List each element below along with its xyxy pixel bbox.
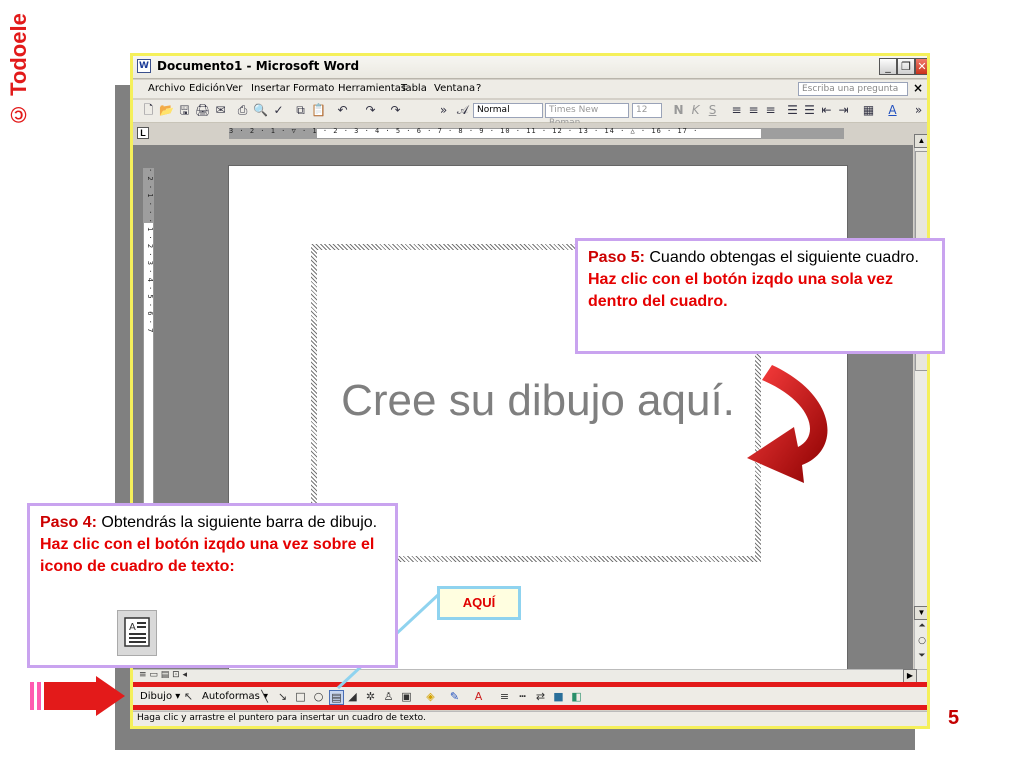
borders-icon[interactable]: ▦ [861, 103, 876, 118]
view-buttons[interactable]: ≡ ▭ ▤ ⊡ ◂ [139, 670, 187, 680]
scroll-up-icon[interactable]: ▲ [914, 134, 927, 148]
copy-icon[interactable]: ⧉ [293, 103, 308, 118]
standard-toolbar: 🗋 📂 🖫 🖨 ✉ ⎙ 🔍 ✓ ⧉ 📋 ↶ ↷ ↷ » 𝒜 Normal Tim… [133, 100, 927, 128]
underline-icon[interactable]: S [705, 103, 720, 118]
aqui-label: AQUÍ [437, 586, 521, 620]
restore-button[interactable]: ❐ [897, 58, 915, 75]
menu-herramientas[interactable]: Herramientas [338, 83, 406, 94]
vertical-ruler-ticks: · 2 · 1 · · · 1 · 2 · 3 · 4 · 5 · 6 · 7 [146, 168, 154, 333]
next-page-icon[interactable]: ⏷ [916, 651, 927, 661]
help-search-input[interactable]: Escriba una pregunta [798, 82, 908, 96]
numbering-icon[interactable]: ☰ [785, 103, 800, 118]
paso4-text: Obtendrás la siguiente barra de dibujo. [96, 514, 378, 531]
increase-indent-icon[interactable]: ⇥ [836, 103, 851, 118]
align-left-icon[interactable]: ≡ [729, 103, 744, 118]
redo2-icon[interactable]: ↷ [388, 103, 403, 118]
line-icon[interactable]: ╲ [258, 690, 271, 703]
shadow-style-icon[interactable]: ■ [552, 690, 565, 703]
font-color-icon[interactable]: A [885, 103, 900, 118]
menu-ventana[interactable]: Ventana [434, 83, 475, 94]
line-style-icon[interactable]: ≡ [498, 690, 511, 703]
ruler-ticks: 3 · 2 · 1 · ▽ · 1 · 2 · 3 · 4 · 5 · 6 · … [229, 127, 699, 135]
menu-edicion[interactable]: Edición [189, 83, 225, 94]
paso5-text: Cuando obtengas el siguiente cuadro. [644, 249, 919, 266]
3d-style-icon[interactable]: ◧ [570, 690, 583, 703]
minimize-button[interactable]: _ [879, 58, 897, 75]
title-bar[interactable]: W Documento1 - Microsoft Word _ ❐ ✕ [133, 56, 927, 79]
status-text: Haga clic y arrastre el puntero para ins… [137, 713, 426, 723]
save-icon[interactable]: 🖫 [177, 103, 192, 118]
style-select[interactable]: Normal [473, 103, 543, 118]
tab-selector[interactable]: L [137, 127, 149, 139]
paste-icon[interactable]: 📋 [311, 103, 326, 118]
scroll-right-icon[interactable]: ▶ [903, 669, 917, 683]
toolbar-overflow-icon[interactable]: » [436, 103, 451, 118]
horizontal-scrollbar[interactable] [133, 669, 927, 683]
redo-icon[interactable]: ↷ [363, 103, 378, 118]
word-document-icon: W [137, 59, 151, 73]
paso4-label: Paso 4: [40, 514, 97, 531]
dash-style-icon[interactable]: ┅ [516, 690, 529, 703]
svg-text:A: A [129, 622, 136, 633]
bold-icon[interactable]: N [671, 103, 686, 118]
scroll-down-icon[interactable]: ▼ [914, 606, 927, 620]
curved-arrow-icon [747, 365, 828, 483]
paso5-callout: Paso 5: Cuando obtengas el siguiente cua… [575, 238, 945, 354]
text-box-icon-large: A [117, 610, 157, 656]
close-button[interactable]: ✕ [915, 58, 927, 75]
menu-archivo[interactable]: Archivo [148, 83, 185, 94]
paso4-instruction: Haz clic con el botón izqdo una vez sobr… [40, 536, 375, 575]
red-arrow-icon [30, 676, 125, 716]
spelling-icon[interactable]: ✓ [271, 103, 286, 118]
italic-icon[interactable]: K [688, 103, 703, 118]
font-select[interactable]: Times New Roman [545, 103, 629, 128]
browse-object-icon[interactable]: ○ [916, 636, 927, 646]
permission-icon[interactable]: 🖨 [195, 103, 210, 118]
oval-icon[interactable]: ○ [312, 690, 325, 703]
bullets-icon[interactable]: ☰ [802, 103, 817, 118]
status-bar: Haga clic y arrastre el puntero para ins… [133, 711, 927, 726]
arrow-icon[interactable]: ↘ [276, 690, 289, 703]
align-right-icon[interactable]: ≡ [763, 103, 778, 118]
print-icon[interactable]: ⎙ [235, 103, 250, 118]
menu-ver[interactable]: Ver [226, 83, 242, 94]
ruler-row: L 3 · 2 · 1 · ▽ · 1 · 2 · 3 · 4 · 5 · 6 … [133, 123, 927, 145]
close-doc-icon[interactable]: × [913, 81, 923, 95]
menu-insertar[interactable]: Insertar [251, 83, 290, 94]
arrow-style-icon[interactable]: ⇄ [534, 690, 547, 703]
todoele-logo: © Todoele [6, 13, 31, 128]
new-document-icon[interactable]: 🗋 [141, 103, 156, 118]
window-title: Documento1 - Microsoft Word [157, 59, 360, 73]
align-center-icon[interactable]: ≡ [746, 103, 761, 118]
select-objects-icon[interactable]: ↖ [182, 690, 195, 703]
email-icon[interactable]: ✉ [213, 103, 228, 118]
paso4-callout: Paso 4: Obtendrás la siguiente barra de … [27, 503, 398, 668]
font-size-select[interactable]: 12 [632, 103, 662, 118]
canvas-placeholder-text: Cree su dibujo aquí. [341, 376, 735, 425]
menu-help[interactable]: ? [476, 83, 481, 94]
draw-menu-button[interactable]: Dibujo ▾ [140, 691, 180, 702]
menu-bar: Archivo Edición Ver Insertar Formato Her… [133, 80, 927, 98]
format-overflow-icon[interactable]: » [911, 103, 926, 118]
menu-tabla[interactable]: Tabla [401, 83, 427, 94]
rectangle-icon[interactable]: □ [294, 690, 307, 703]
decrease-indent-icon[interactable]: ⇤ [819, 103, 834, 118]
drawing-toolbar: Dibujo ▾ ↖ Autoformas ▾ ╲ ↘ □ ○ ▤ ◢ ✲ ♙ … [133, 682, 927, 710]
font-color-draw-icon[interactable]: A [472, 690, 485, 703]
paso5-label: Paso 5: [588, 249, 645, 266]
previous-page-icon[interactable]: ⏶ [916, 621, 927, 631]
slide-number: 5 [948, 707, 960, 729]
menu-formato[interactable]: Formato [293, 83, 334, 94]
undo-icon[interactable]: ↶ [335, 103, 350, 118]
paso5-instruction: Haz clic con el botón izqdo una sola vez… [588, 271, 893, 310]
print-preview-icon[interactable]: 🔍 [253, 103, 268, 118]
styles-icon[interactable]: 𝒜 [455, 103, 470, 118]
open-folder-icon[interactable]: 📂 [159, 103, 174, 118]
